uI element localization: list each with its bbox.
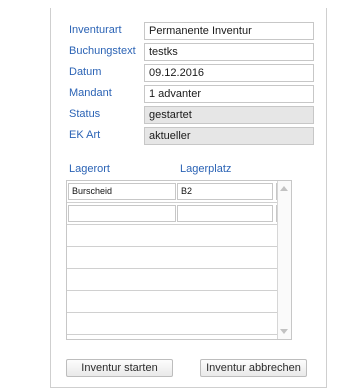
mandant-label: Mandant xyxy=(69,87,112,99)
scroll-up-icon[interactable] xyxy=(280,186,288,191)
datum-label: Datum xyxy=(69,66,102,78)
datum-field[interactable]: 09.12.2016 xyxy=(144,64,314,82)
ek-art-label: EK Art xyxy=(69,129,101,141)
status-field: gestartet xyxy=(144,106,314,124)
inventurart-label: Inventurart xyxy=(69,24,122,36)
ek-art-field: aktueller xyxy=(144,127,314,145)
table-row xyxy=(67,203,277,225)
grid-scrollbar[interactable] xyxy=(277,181,291,339)
table-row xyxy=(67,313,277,335)
cancel-inventory-button[interactable]: Inventur abbrechen xyxy=(200,359,307,377)
mandant-field[interactable]: 1 advanter xyxy=(144,85,314,103)
inventurart-field[interactable]: Permanente Inventur xyxy=(144,22,314,40)
lagerplatz-cell[interactable]: B2 xyxy=(177,183,273,200)
table-row xyxy=(67,247,277,269)
column-header-lagerort: Lagerort xyxy=(69,163,110,175)
lagerplatz-cell[interactable] xyxy=(177,205,273,222)
scroll-down-icon[interactable] xyxy=(280,329,288,334)
table-row xyxy=(67,291,277,313)
start-inventory-button[interactable]: Inventur starten xyxy=(66,359,173,377)
status-label: Status xyxy=(69,108,101,120)
buchungstext-field[interactable]: testks xyxy=(144,43,314,61)
lagerort-cell[interactable] xyxy=(68,205,176,222)
lagerort-cell[interactable]: Burscheid xyxy=(68,183,176,200)
table-row: Burscheid B2 xyxy=(67,181,277,203)
table-row xyxy=(67,225,277,247)
table-row xyxy=(67,269,277,291)
buchungstext-label: Buchungstext xyxy=(69,45,136,57)
lager-grid: Burscheid B2 - - xyxy=(66,180,292,340)
column-header-lagerplatz: Lagerplatz xyxy=(180,163,232,175)
